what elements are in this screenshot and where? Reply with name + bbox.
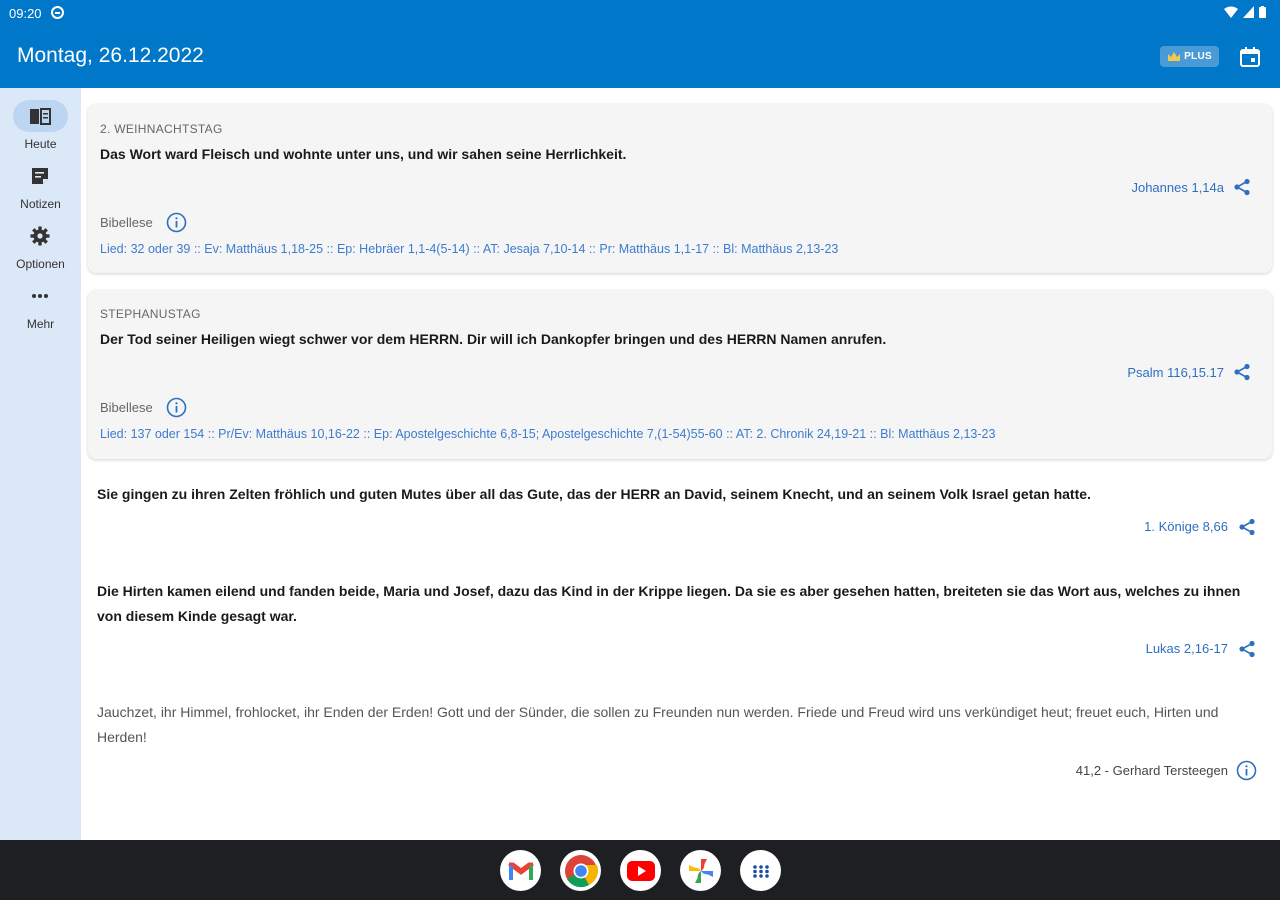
app-drawer-icon[interactable] — [740, 850, 781, 891]
status-bar: 09:20 — [0, 0, 1280, 26]
feast-card-stephanustag: STEPHANUSTAG Der Tod seiner Heiligen wie… — [88, 290, 1272, 459]
hymn-text: Jauchzet, ihr Himmel, frohlocket, ihr En… — [97, 704, 1219, 745]
signal-icon — [1243, 6, 1254, 18]
share-icon[interactable] — [1238, 518, 1256, 536]
navigation-rail: Heute Notizen Optionen Mehr — [0, 88, 81, 840]
wifi-icon — [1224, 6, 1238, 18]
info-icon[interactable] — [166, 397, 187, 418]
info-icon[interactable] — [166, 212, 187, 233]
bibellese-readings[interactable]: Lied: 137 oder 154 :: Pr/Ev: Matthäus 10… — [100, 427, 995, 441]
nav-label-heute: Heute — [24, 137, 57, 151]
plus-button[interactable]: PLUS — [1160, 46, 1219, 67]
nav-item-notizen[interactable]: Notizen — [0, 160, 81, 216]
feast-card-weihnachtstag: 2. WEIHNACHTSTAG Das Wort ward Fleisch u… — [88, 104, 1272, 273]
gear-icon — [28, 226, 52, 246]
nav-item-heute[interactable]: Heute — [0, 100, 81, 156]
losung-reference-link[interactable]: 1. Könige 8,66 — [1144, 519, 1228, 534]
hymn-reference: 41,2 - Gerhard Tersteegen — [1075, 763, 1228, 778]
card-reference-link[interactable]: Johannes 1,14a — [1131, 180, 1224, 195]
bibellese-label: Bibellese — [100, 400, 153, 415]
battery-icon — [1259, 6, 1266, 18]
nav-label-mehr: Mehr — [26, 317, 55, 331]
nav-item-optionen[interactable]: Optionen — [0, 220, 81, 276]
book-icon — [28, 106, 52, 126]
gmail-icon[interactable] — [500, 850, 541, 891]
bibellese-readings[interactable]: Lied: 32 oder 39 :: Ev: Matthäus 1,18-25… — [100, 242, 838, 256]
card-verse: Das Wort ward Fleisch und wohnte unter u… — [100, 146, 627, 162]
card-kicker: STEPHANUSTAG — [100, 307, 201, 321]
youtube-icon[interactable] — [620, 850, 661, 891]
app-bar: Montag, 26.12.2022 PLUS — [0, 26, 1280, 88]
share-icon[interactable] — [1233, 363, 1251, 381]
status-time: 09:20 — [9, 6, 42, 21]
losung-text: Sie gingen zu ihren Zelten fröhlich und … — [97, 486, 1091, 502]
status-icons — [1224, 6, 1266, 18]
lehrtext-reference-link[interactable]: Lukas 2,16-17 — [1146, 641, 1228, 656]
nav-label-notizen: Notizen — [20, 197, 61, 211]
note-icon — [28, 166, 52, 186]
lehrtext-text: Die Hirten kamen eilend und fanden beide… — [97, 583, 1241, 624]
taskbar — [0, 840, 1280, 900]
calendar-icon — [1240, 47, 1260, 67]
page-title: Montag, 26.12.2022 — [17, 44, 204, 67]
share-icon[interactable] — [1233, 178, 1251, 196]
nav-item-mehr[interactable]: Mehr — [0, 280, 81, 336]
plus-label: PLUS — [1184, 51, 1212, 62]
calendar-button[interactable] — [1238, 45, 1262, 69]
card-kicker: 2. WEIHNACHTSTAG — [100, 122, 223, 136]
nav-label-optionen: Optionen — [16, 257, 65, 271]
more-icon — [28, 286, 52, 306]
card-verse: Der Tod seiner Heiligen wiegt schwer vor… — [100, 331, 887, 347]
photos-icon[interactable] — [680, 850, 721, 891]
bibellese-label: Bibellese — [100, 215, 153, 230]
do-not-disturb-icon — [51, 6, 64, 19]
info-icon[interactable] — [1236, 760, 1257, 781]
share-icon[interactable] — [1238, 640, 1256, 658]
crown-icon — [1168, 52, 1181, 61]
card-reference-link[interactable]: Psalm 116,15.17 — [1127, 365, 1224, 380]
chrome-icon[interactable] — [560, 850, 601, 891]
